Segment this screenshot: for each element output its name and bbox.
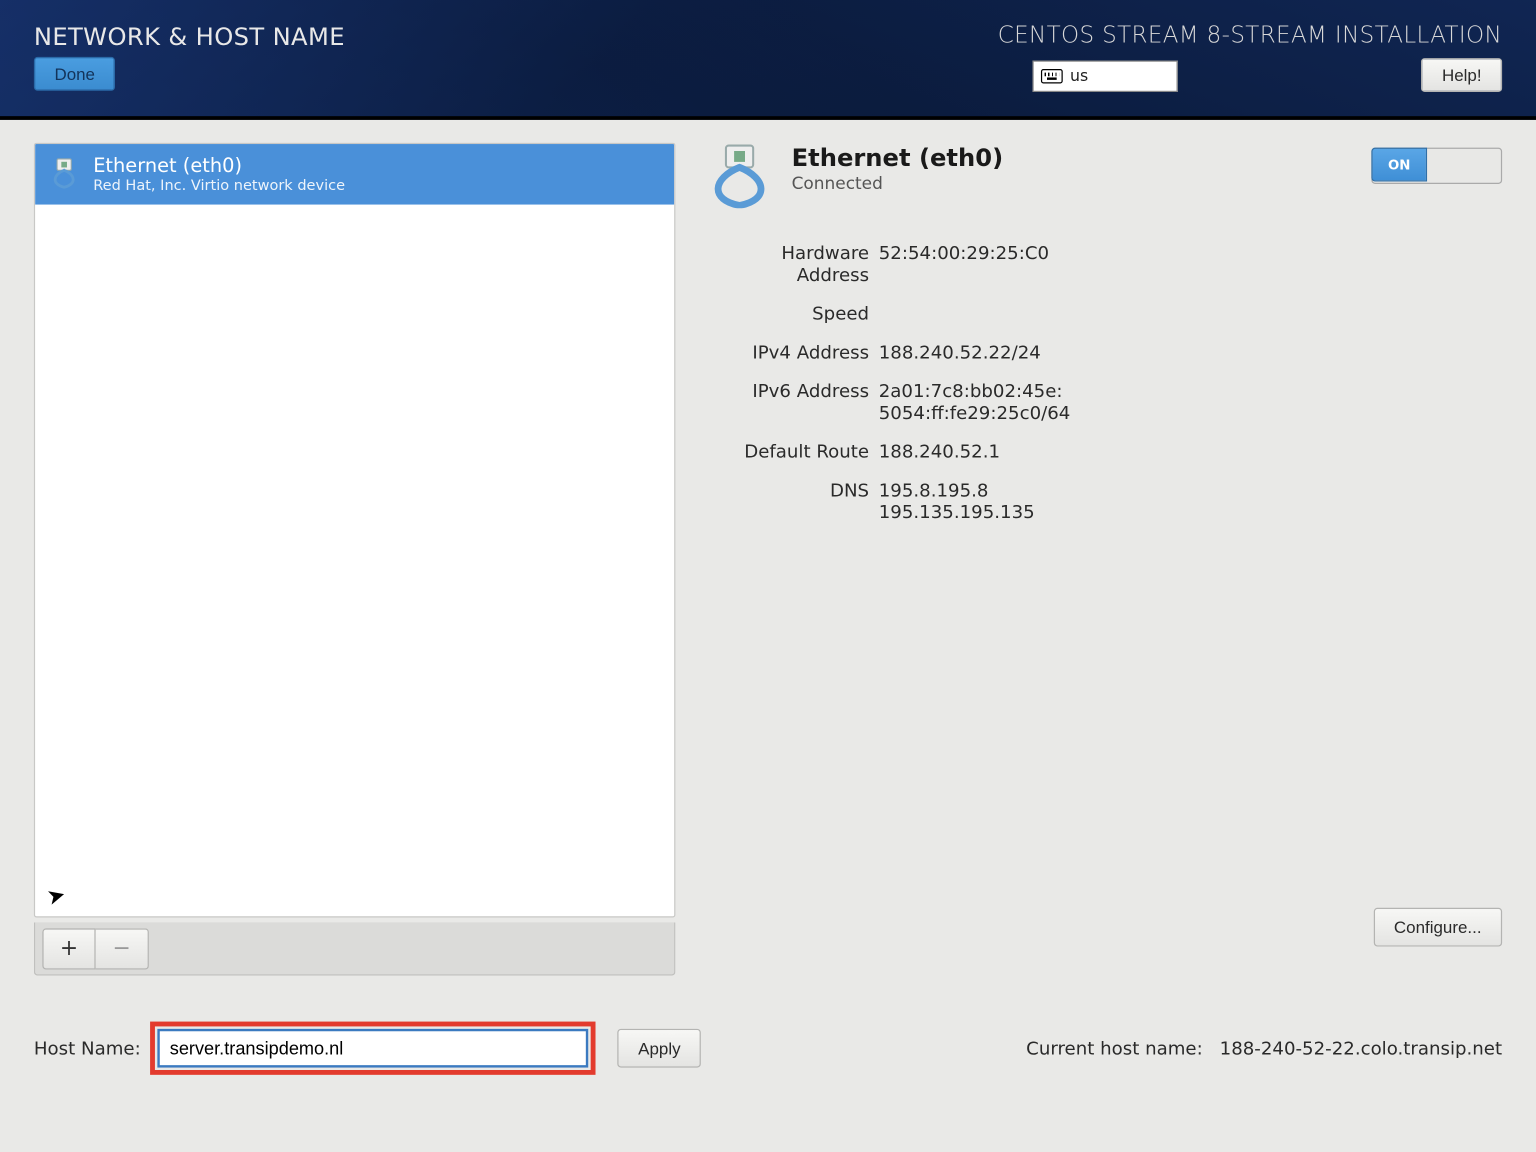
connection-title: Ethernet (eth0) — [792, 143, 1004, 172]
connection-details: Hardware Address 52:54:00:29:25:C0 Speed… — [704, 242, 1502, 523]
device-name: Ethernet (eth0) — [93, 154, 345, 177]
hostname-highlight — [150, 1022, 595, 1075]
dns-value: 195.8.195.8 195.135.195.135 — [879, 479, 1502, 523]
current-hostname-value: 188-240-52-22.colo.transip.net — [1220, 1037, 1502, 1059]
current-hostname-label: Current host name: — [1026, 1037, 1203, 1059]
hardware-address-label: Hardware Address — [704, 242, 869, 286]
keyboard-icon — [1041, 69, 1063, 84]
network-device-list[interactable]: Ethernet (eth0) Red Hat, Inc. Virtio net… — [34, 143, 676, 918]
device-subtitle: Red Hat, Inc. Virtio network device — [93, 177, 345, 194]
connection-toggle[interactable]: ON — [1371, 148, 1502, 184]
speed-label: Speed — [704, 303, 869, 325]
default-route-label: Default Route — [704, 441, 869, 463]
device-toolbar: + − — [34, 922, 676, 975]
ipv6-label: IPv6 Address — [704, 380, 869, 424]
remove-device-button[interactable]: − — [96, 928, 149, 969]
ipv4-value: 188.240.52.22/24 — [879, 341, 1502, 363]
speed-value — [879, 303, 1502, 325]
cursor-icon: ➤ — [44, 882, 68, 911]
ethernet-icon — [47, 156, 81, 195]
hostname-label: Host Name: — [34, 1037, 141, 1059]
hardware-address-value: 52:54:00:29:25:C0 — [879, 242, 1502, 286]
list-item[interactable]: Ethernet (eth0) Red Hat, Inc. Virtio net… — [35, 144, 674, 205]
default-route-value: 188.240.52.1 — [879, 441, 1502, 463]
ethernet-icon — [704, 143, 774, 213]
keyboard-layout-indicator[interactable]: us — [1032, 61, 1177, 92]
help-button[interactable]: Help! — [1421, 58, 1502, 92]
installer-header: NETWORK & HOST NAME CENTOS STREAM 8-STRE… — [0, 0, 1536, 120]
ipv6-value: 2a01:7c8:bb02:45e: 5054:ff:fe29:25c0/64 — [879, 380, 1502, 424]
page-title: NETWORK & HOST NAME — [34, 22, 345, 51]
done-button[interactable]: Done — [34, 57, 116, 91]
add-device-button[interactable]: + — [42, 928, 95, 969]
toggle-on-label: ON — [1371, 148, 1427, 182]
configure-button[interactable]: Configure... — [1373, 908, 1502, 947]
dns-label: DNS — [704, 479, 869, 523]
connection-status: Connected — [792, 174, 1004, 193]
hostname-input[interactable] — [158, 1029, 589, 1068]
apply-button[interactable]: Apply — [618, 1029, 702, 1068]
hostname-row: Host Name: Apply Current host name: 188-… — [34, 1022, 1502, 1075]
keyboard-layout-label: us — [1070, 67, 1088, 85]
ipv4-label: IPv4 Address — [704, 341, 869, 363]
installer-product-label: CENTOS STREAM 8-STREAM INSTALLATION — [998, 22, 1502, 49]
